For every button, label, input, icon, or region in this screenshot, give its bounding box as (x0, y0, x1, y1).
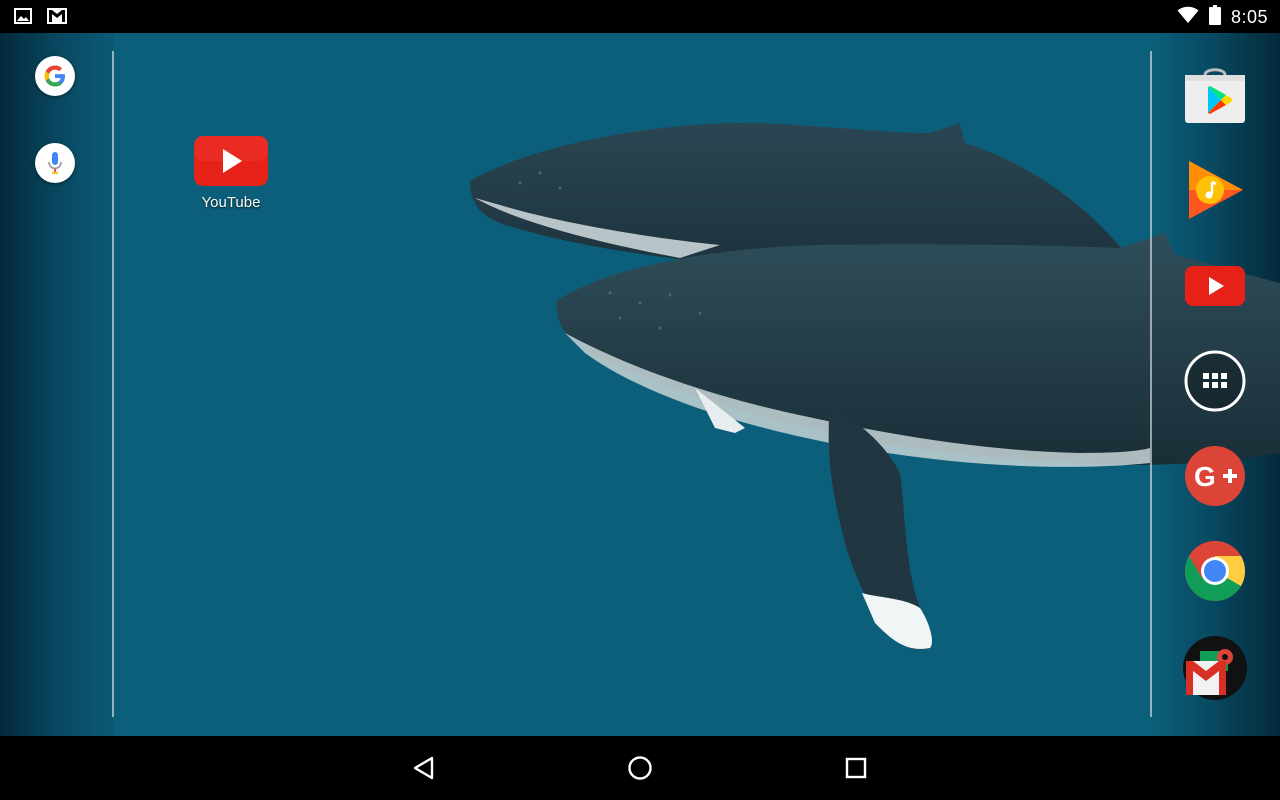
android-home-screen: 8:05 YouTube G (0, 0, 1280, 800)
dock-item-youtube[interactable] (1182, 253, 1248, 319)
voice-search-icon (48, 152, 62, 174)
chrome-icon (1184, 541, 1246, 602)
youtube-icon (1185, 266, 1245, 306)
left-divider (112, 51, 114, 717)
wifi-icon (1177, 6, 1199, 29)
recents-button[interactable] (836, 748, 876, 788)
play-music-icon (1189, 161, 1243, 219)
shortcut-label: YouTube (201, 194, 261, 211)
google-plus-icon: G (1185, 446, 1245, 506)
desktop-shortcut-youtube[interactable]: YouTube (186, 134, 276, 211)
status-bar: 8:05 (0, 0, 1280, 33)
right-divider (1150, 51, 1152, 717)
notification-area (14, 7, 68, 30)
youtube-icon (194, 136, 268, 186)
navigation-bar (0, 736, 1280, 800)
play-store-icon (1185, 68, 1245, 123)
battery-icon (1208, 4, 1221, 30)
home-icon (628, 756, 652, 780)
back-button[interactable] (404, 748, 444, 788)
all-apps-icon (1184, 350, 1246, 412)
image-notification-icon (14, 7, 32, 30)
gmail-icon (1183, 636, 1247, 700)
back-icon (413, 756, 434, 780)
dock-item-google-plus[interactable]: G (1182, 443, 1248, 509)
dock-item-play-music[interactable] (1182, 157, 1248, 223)
gmail-notification-icon (46, 7, 68, 30)
voice-search-button[interactable] (35, 143, 75, 183)
dock-item-gmail[interactable] (1182, 635, 1248, 701)
recents-icon (845, 757, 867, 779)
system-status-area: 8:05 (1177, 4, 1268, 30)
svg-text:G: G (1194, 461, 1216, 492)
home-button[interactable] (620, 748, 660, 788)
google-search-button[interactable] (35, 56, 75, 96)
dock-item-chrome[interactable] (1182, 538, 1248, 604)
all-apps-button[interactable] (1182, 348, 1248, 414)
status-clock: 8:05 (1230, 6, 1268, 27)
google-search-icon (44, 65, 65, 87)
dock-item-play-store[interactable] (1182, 62, 1248, 128)
